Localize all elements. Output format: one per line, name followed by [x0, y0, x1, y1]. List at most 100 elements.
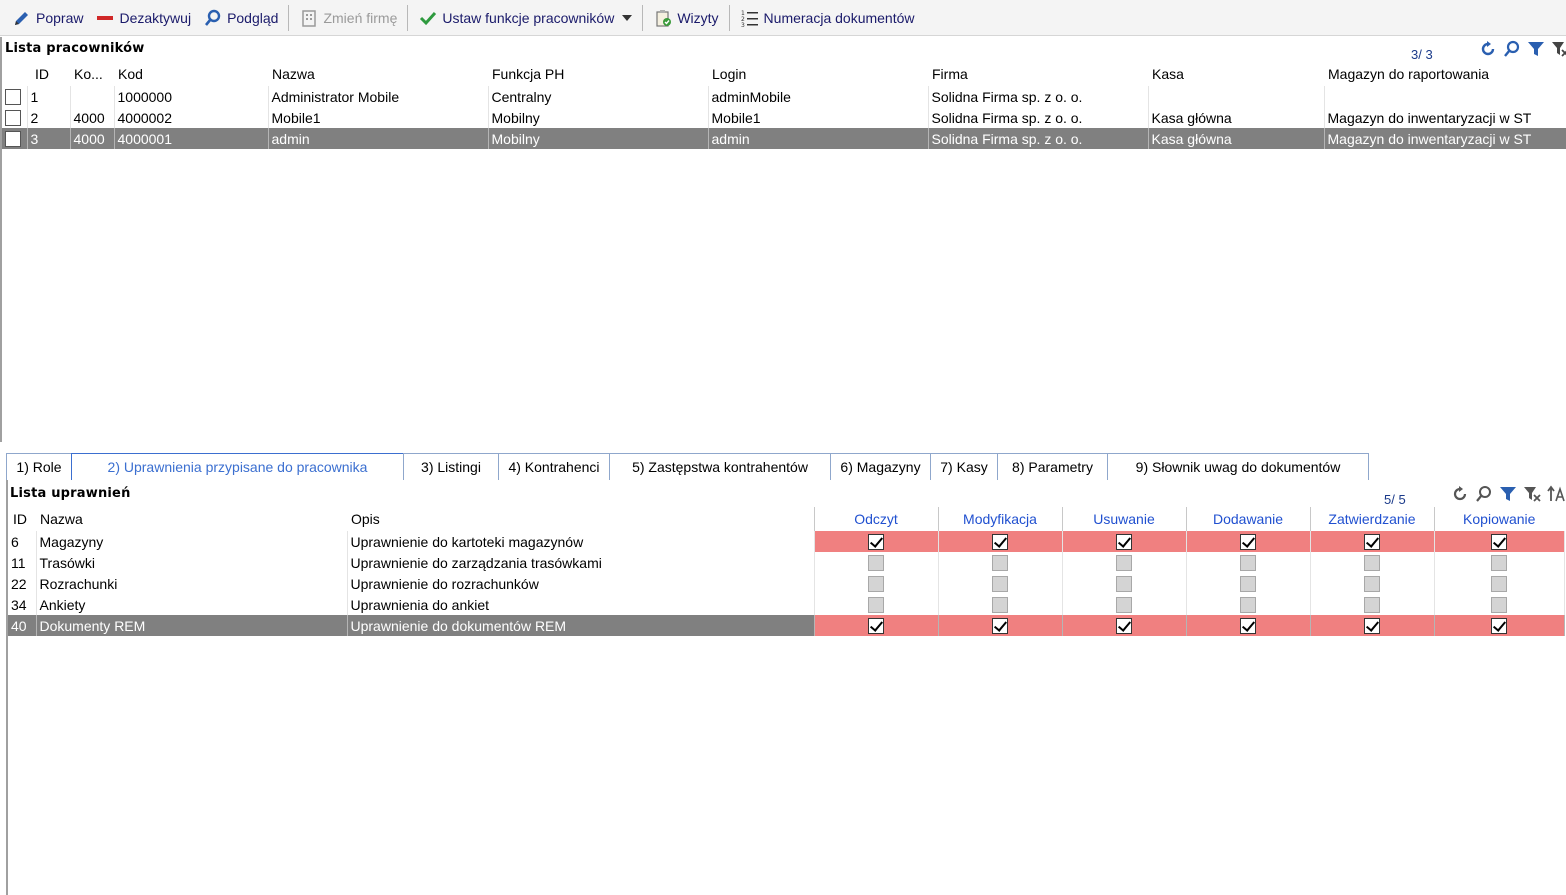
- cell-magazyn: Magazyn do inwentaryzacji w ST: [1324, 107, 1566, 128]
- table-row[interactable]: 2 4000 4000002 Mobile1 Mobilny Mobile1 S…: [2, 107, 1566, 128]
- table-row-selected[interactable]: 40 Dokumenty REM Uprawnienie do dokumentów…: [8, 615, 1565, 636]
- column-header-modyfikacja[interactable]: Modyfikacja: [937, 507, 1062, 531]
- cell-id: 2: [27, 107, 71, 128]
- table-row[interactable]: 34 Ankiety Uprawnienia do ankiet: [8, 594, 1565, 615]
- column-header-id[interactable]: ID: [27, 62, 70, 86]
- column-header-dodawanie[interactable]: Dodawanie: [1185, 507, 1310, 531]
- table-row[interactable]: 22 Rozrachunki Uprawnienie do rozrachunków: [8, 573, 1565, 594]
- table-row[interactable]: 6 Magazyny Uprawnienie do kartoteki magazy…: [8, 531, 1565, 552]
- odczyt-checkbox[interactable]: [868, 534, 884, 551]
- column-header-funkcja[interactable]: Funkcja PH: [488, 62, 708, 86]
- visits-button[interactable]: Wizyty: [647, 4, 724, 32]
- search-icon[interactable]: [1502, 39, 1522, 59]
- search-icon[interactable]: [1474, 484, 1494, 504]
- column-header-zatwierdzanie[interactable]: Zatwierdzanie: [1309, 507, 1434, 531]
- change-company-label: Zmień firmę: [323, 9, 398, 26]
- modyfikacja-checkbox[interactable]: [992, 534, 1008, 551]
- column-header-nazwa[interactable]: Nazwa: [36, 507, 347, 531]
- table-row-selected[interactable]: 3 4000 4000001 admin Mobilny admin Solid…: [2, 128, 1566, 149]
- set-functions-button[interactable]: Ustaw funkcje pracowników: [412, 4, 638, 32]
- refresh-icon[interactable]: [1450, 484, 1470, 504]
- dodawanie-checkbox[interactable]: [1240, 576, 1256, 593]
- column-header-firma[interactable]: Firma: [928, 62, 1148, 86]
- permissions-panel-title: Lista uprawnień: [10, 486, 131, 501]
- refresh-icon[interactable]: [1478, 39, 1498, 59]
- tab-slownik-uwag[interactable]: 9) Słownik uwag do dokumentów: [1107, 453, 1369, 480]
- usuwanie-checkbox[interactable]: [1116, 576, 1132, 593]
- table-row[interactable]: 11 Trasówki Uprawnienie do zarządzania tra…: [8, 552, 1565, 573]
- column-header-magazyn[interactable]: Magazyn do raportowania: [1324, 62, 1566, 86]
- sort-icon[interactable]: [1546, 484, 1566, 504]
- odczyt-checkbox[interactable]: [868, 576, 884, 593]
- zatwierdzanie-checkbox[interactable]: [1364, 576, 1380, 593]
- modyfikacja-checkbox[interactable]: [992, 597, 1008, 614]
- chevron-down-icon[interactable]: [622, 14, 633, 21]
- column-header-odczyt[interactable]: Odczyt: [813, 507, 938, 531]
- tab-listingi[interactable]: 3) Listingi: [403, 453, 499, 480]
- column-header-kod[interactable]: Kod: [114, 62, 268, 86]
- cell-modyfikacja: [938, 531, 1063, 552]
- tab-parametry[interactable]: 8) Parametry: [997, 453, 1108, 480]
- change-company-button[interactable]: Zmień firmę: [293, 4, 403, 32]
- column-header-id[interactable]: ID: [8, 507, 36, 531]
- kopiowanie-checkbox[interactable]: [1491, 576, 1507, 593]
- tab-kasy[interactable]: 7) Kasy: [930, 453, 998, 480]
- row-checkbox[interactable]: [2, 128, 28, 149]
- column-header-nazwa[interactable]: Nazwa: [268, 62, 488, 86]
- table-row[interactable]: 1 1000000 Administrator Mobile Centralny…: [2, 86, 1566, 107]
- kopiowanie-checkbox[interactable]: [1491, 555, 1507, 572]
- tab-uprawnienia[interactable]: 2) Uprawnienia przypisane do pracownika: [71, 453, 404, 480]
- kopiowanie-checkbox[interactable]: [1491, 597, 1507, 614]
- modyfikacja-checkbox[interactable]: [992, 576, 1008, 593]
- cell-nazwa: Mobile1: [268, 107, 489, 128]
- dodawanie-checkbox[interactable]: [1240, 618, 1256, 635]
- cell-zatwierdzanie: [1310, 615, 1435, 636]
- visits-label: Wizyty: [677, 9, 719, 26]
- edit-button[interactable]: Popraw: [6, 4, 89, 32]
- tab-kontrahenci[interactable]: 4) Kontrahenci: [498, 453, 610, 480]
- usuwanie-checkbox[interactable]: [1116, 555, 1132, 572]
- tab-magazyny[interactable]: 6) Magazyny: [830, 453, 931, 480]
- zatwierdzanie-checkbox[interactable]: [1364, 597, 1380, 614]
- dodawanie-checkbox[interactable]: [1240, 597, 1256, 614]
- tab-role[interactable]: 1) Role: [6, 453, 72, 480]
- usuwanie-checkbox[interactable]: [1116, 618, 1132, 635]
- deactivate-button[interactable]: Dezaktywuj: [89, 4, 197, 32]
- magnifier-icon: [203, 8, 223, 28]
- clear-filter-icon[interactable]: [1550, 39, 1566, 59]
- dodawanie-checkbox[interactable]: [1240, 555, 1256, 572]
- column-header-kasa[interactable]: Kasa: [1148, 62, 1324, 86]
- dodawanie-checkbox[interactable]: [1240, 534, 1256, 551]
- column-header-select[interactable]: [2, 62, 27, 86]
- zatwierdzanie-checkbox[interactable]: [1364, 618, 1380, 635]
- column-header-ko[interactable]: Ko...: [70, 62, 114, 86]
- filter-icon[interactable]: [1498, 484, 1518, 504]
- column-header-opis[interactable]: Opis: [347, 507, 814, 531]
- odczyt-checkbox[interactable]: [868, 618, 884, 635]
- preview-button[interactable]: Podgląd: [197, 4, 284, 32]
- usuwanie-checkbox[interactable]: [1116, 597, 1132, 614]
- document-numbering-button[interactable]: 123 Numeracja dokumentów: [734, 4, 921, 32]
- odczyt-checkbox[interactable]: [868, 555, 884, 572]
- modyfikacja-checkbox[interactable]: [992, 618, 1008, 635]
- clear-filter-icon[interactable]: [1522, 484, 1542, 504]
- modyfikacja-checkbox[interactable]: [992, 555, 1008, 572]
- odczyt-checkbox[interactable]: [868, 597, 884, 614]
- cell-nazwa: Dokumenty REM: [36, 615, 348, 636]
- row-checkbox[interactable]: [2, 107, 28, 128]
- tab-zastepstwa[interactable]: 5) Zastępstwa kontrahentów: [609, 453, 831, 480]
- column-header-usuwanie[interactable]: Usuwanie: [1061, 507, 1186, 531]
- cell-odczyt: [814, 594, 939, 615]
- kopiowanie-checkbox[interactable]: [1491, 534, 1507, 551]
- kopiowanie-checkbox[interactable]: [1491, 618, 1507, 635]
- cell-kod: 1000000: [114, 86, 269, 107]
- toolbar-separator: [642, 4, 644, 31]
- column-header-login[interactable]: Login: [708, 62, 928, 86]
- row-checkbox[interactable]: [2, 86, 28, 107]
- zatwierdzanie-checkbox[interactable]: [1364, 555, 1380, 572]
- cell-dodawanie: [1186, 615, 1311, 636]
- filter-icon[interactable]: [1526, 39, 1546, 59]
- zatwierdzanie-checkbox[interactable]: [1364, 534, 1380, 551]
- column-header-kopiowanie[interactable]: Kopiowanie: [1433, 507, 1564, 531]
- usuwanie-checkbox[interactable]: [1116, 534, 1132, 551]
